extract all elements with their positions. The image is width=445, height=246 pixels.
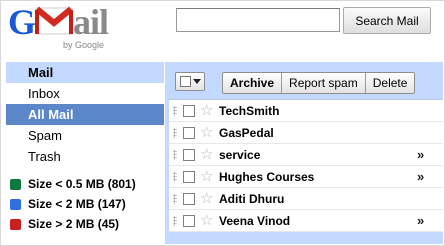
message-row[interactable]: ☆ GasPedal [169, 122, 443, 144]
message-checkbox[interactable] [183, 105, 195, 117]
drag-handle-icon[interactable] [173, 106, 177, 116]
logo-text-ail: ail [73, 2, 109, 42]
star-icon[interactable]: ☆ [200, 122, 213, 144]
sidebar-item-all-mail[interactable]: All Mail [6, 104, 164, 125]
message-sender: service [219, 148, 261, 162]
message-list: ☆ TechSmith ☆ GasPedal ☆ service » ☆ Hug… [169, 99, 443, 232]
more-indicator-icon: » [417, 213, 425, 228]
label-size-small[interactable]: Size < 0.5 MB (801) [6, 174, 164, 194]
message-checkbox[interactable] [183, 193, 195, 205]
label-color-swatch-blue [10, 198, 21, 210]
logo-letter-g: G [8, 2, 36, 42]
message-checkbox[interactable] [183, 215, 195, 227]
action-button-group: Archive Report spam Delete [222, 72, 416, 94]
star-icon[interactable]: ☆ [200, 188, 213, 210]
message-checkbox[interactable] [183, 149, 195, 161]
logo-byline: by Google [63, 40, 105, 50]
sidebar-item-inbox[interactable]: Inbox [6, 83, 164, 104]
more-indicator-icon: » [417, 147, 425, 162]
drag-handle-icon[interactable] [173, 128, 177, 138]
sidebar: Mail Inbox All Mail Spam Trash Size < 0.… [6, 62, 164, 234]
star-icon[interactable]: ☆ [200, 144, 213, 166]
message-sender: Aditi Dhuru [219, 192, 285, 206]
checkbox-icon [180, 76, 191, 87]
gmail-logo[interactable]: G ail by Google [8, 2, 109, 52]
drag-handle-icon[interactable] [173, 150, 177, 160]
message-row[interactable]: ☆ TechSmith [169, 100, 443, 122]
delete-button[interactable]: Delete [364, 73, 415, 93]
label-color-swatch-green [10, 178, 21, 190]
label-size-medium[interactable]: Size < 2 MB (147) [6, 194, 164, 214]
message-sender: Veena Vinod [219, 214, 291, 228]
message-sender: GasPedal [219, 126, 274, 140]
label-color-swatch-red [10, 218, 21, 230]
star-icon[interactable]: ☆ [200, 100, 213, 122]
label-size-large[interactable]: Size > 2 MB (45) [6, 214, 164, 234]
label-text: Size > 2 MB (45) [28, 217, 120, 231]
archive-button[interactable]: Archive [223, 73, 282, 93]
select-dropdown-button[interactable] [175, 72, 205, 91]
drag-handle-icon[interactable] [173, 172, 177, 182]
label-text: Size < 2 MB (147) [28, 197, 126, 211]
label-text: Size < 0.5 MB (801) [28, 177, 136, 191]
drag-handle-icon[interactable] [173, 216, 177, 226]
star-icon[interactable]: ☆ [200, 210, 213, 232]
sidebar-item-spam[interactable]: Spam [6, 125, 164, 146]
message-row[interactable]: ☆ Veena Vinod » [169, 210, 443, 232]
message-row[interactable]: ☆ Aditi Dhuru [169, 188, 443, 210]
report-spam-button[interactable]: Report spam [281, 73, 365, 93]
message-panel: Archive Report spam Delete ☆ TechSmith ☆… [165, 62, 443, 244]
message-checkbox[interactable] [183, 127, 195, 139]
message-sender: Hughes Courses [219, 170, 315, 184]
message-checkbox[interactable] [183, 171, 195, 183]
message-row[interactable]: ☆ Hughes Courses » [169, 166, 443, 188]
drag-handle-icon[interactable] [173, 194, 177, 204]
sidebar-item-mail[interactable]: Mail [6, 62, 164, 83]
sidebar-item-trash[interactable]: Trash [6, 146, 164, 167]
star-icon[interactable]: ☆ [200, 166, 213, 188]
search-input[interactable] [176, 8, 340, 32]
toolbar: Archive Report spam Delete [165, 62, 443, 98]
logo-wordmark: G ail [8, 0, 109, 44]
envelope-m-icon [35, 2, 74, 35]
message-row[interactable]: ☆ service » [169, 144, 443, 166]
message-sender: TechSmith [219, 104, 280, 118]
chevron-down-icon [193, 79, 201, 84]
more-indicator-icon: » [417, 169, 425, 184]
labels-list: Size < 0.5 MB (801) Size < 2 MB (147) Si… [6, 174, 164, 234]
search-mail-button[interactable]: Search Mail [343, 7, 431, 34]
